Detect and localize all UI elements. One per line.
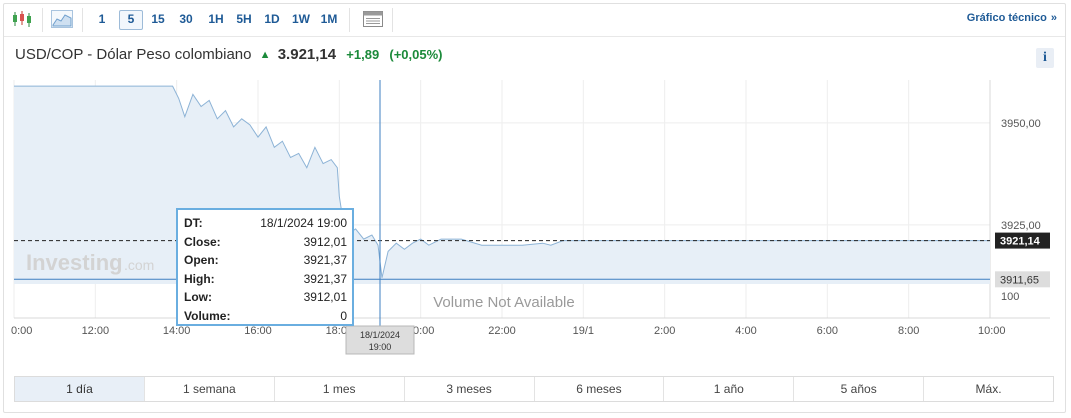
x-tick-label: 4:00: [735, 325, 756, 337]
x-tick-label: 10:00: [978, 325, 1006, 337]
range-tab-7[interactable]: Máx.: [924, 377, 1053, 401]
range-tab-1[interactable]: 1 semana: [145, 377, 275, 401]
x-tick-label: 6:00: [817, 325, 838, 337]
watermark-brand: Investing: [26, 250, 123, 275]
hover-price-badge-label: 3911,65: [1000, 274, 1039, 286]
x-tick-label: 8:00: [898, 325, 919, 337]
range-tab-6[interactable]: 5 años: [794, 377, 925, 401]
x-tick-label: 14:00: [163, 325, 191, 337]
x-tick-label: 12:00: [82, 325, 110, 337]
y-tick-label: 3925,00: [1001, 220, 1041, 232]
tooltip-key: Close:: [184, 234, 221, 249]
x-tick-label: 16:00: [244, 325, 272, 337]
watermark-suffix: .com: [124, 257, 154, 273]
tooltip-row: High: 3921,37: [184, 270, 347, 289]
range-tab-5[interactable]: 1 año: [664, 377, 795, 401]
tooltip-value: 0: [340, 308, 347, 323]
price-chart[interactable]: Investing .com Volume Not Available 100 39…: [4, 4, 1065, 372]
tooltip-value: 3921,37: [303, 253, 347, 267]
tooltip-key: Low:: [184, 290, 212, 304]
time-range-tabs: 1 día 1 semana 1 mes 3 meses 6 meses 1 año 5 a…: [14, 376, 1054, 402]
ohlc-tooltip: DT: 18/1/2024 19:00 Close: 3912,01 Open: 3921…: [176, 208, 354, 326]
x-tick-label: 19/1: [573, 325, 594, 337]
tooltip-row: Volume: 0: [184, 307, 347, 326]
tooltip-row: DT: 18/1/2024 19:00: [184, 214, 347, 233]
tooltip-value: 3921,37: [303, 271, 347, 286]
volume-unavailable-text: Volume Not Available: [433, 294, 574, 311]
volume-pane: Volume Not Available 100: [433, 291, 1019, 311]
tooltip-key: DT:: [184, 216, 203, 230]
x-tick-label: 0:00: [11, 325, 32, 337]
tooltip-row: Low: 3912,01: [184, 288, 347, 307]
hover-time-badge-label: 18/1/2024: [360, 330, 400, 340]
tooltip-value: 3912,01: [303, 234, 347, 249]
x-tick-label: 2:00: [654, 325, 675, 337]
tooltip-row: Open: 3921,37: [184, 251, 347, 270]
y-tick-label: 3950,00: [1001, 118, 1041, 130]
range-tab-3[interactable]: 3 meses: [405, 377, 535, 401]
tooltip-row: Close: 3912,01: [184, 233, 347, 252]
x-tick-label: 22:00: [488, 325, 516, 337]
tooltip-value: 18/1/2024 19:00: [260, 216, 347, 230]
range-tab-2[interactable]: 1 mes: [275, 377, 405, 401]
tooltip-value: 3912,01: [303, 290, 347, 304]
tooltip-key: High:: [184, 271, 215, 286]
tooltip-key: Open:: [184, 253, 219, 267]
x-axis: 0:00 12:00 14:00 16:00 18:00 20:00 22:00 19/1 2:…: [11, 325, 1006, 355]
tooltip-key: Volume:: [184, 308, 231, 323]
range-tab-0[interactable]: 1 día: [15, 377, 145, 401]
last-price-badge-label: 3921,14: [1000, 236, 1041, 248]
hover-time-badge-label: 19:00: [369, 342, 392, 352]
range-tab-4[interactable]: 6 meses: [535, 377, 665, 401]
chart-widget: 1 5 15 30 1H 5H 1D 1W 1M Gráfico técnico» USD/CO…: [3, 3, 1066, 413]
y-axis: 3950,00 3925,00 3921,14 3911,65: [995, 118, 1050, 288]
volume-axis-label: 100: [1001, 291, 1019, 303]
